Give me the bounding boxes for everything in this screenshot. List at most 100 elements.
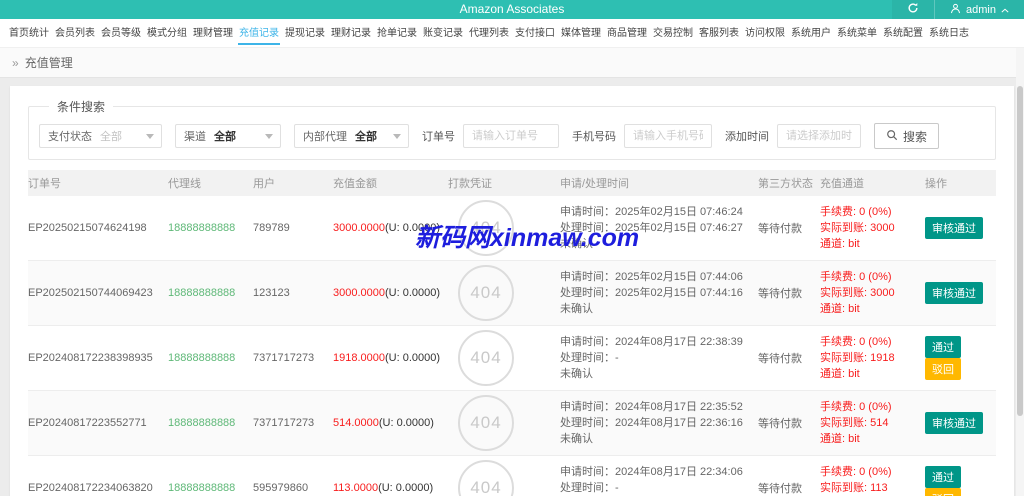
nav-item-8[interactable]: 抢单记录 [375,19,419,47]
filter-value: 全部 [355,131,377,143]
reject-button[interactable]: 驳回 [925,488,961,496]
breadcrumb: » 充值管理 [0,48,1024,78]
channel-select[interactable]: 渠道 全部 [175,124,281,148]
order-no: EP20240817223552771 [28,417,147,429]
amount-cell: 3000.0000(U: 0.0000) [333,222,448,234]
filter-label: 订单号 [422,131,455,143]
nav-item-19[interactable]: 系统配置 [881,19,925,47]
nav-item-18[interactable]: 系统菜单 [835,19,879,47]
admin-username: admin [966,3,996,16]
scrollbar-thumb[interactable] [1017,86,1023,416]
filter-label: 手机号码 [572,131,616,143]
channel-cell: 手续费: 0 (0%) 实际到账: 3000 通道: bit [820,204,925,252]
agent-line-cell: 18888888888 [168,287,253,299]
column-header: 申请/处理时间 [560,178,630,190]
column-header: 用户 [253,178,275,190]
chevron-down-icon [265,133,273,139]
time-line: 未确认 [560,303,593,315]
payment-status-select[interactable]: 支付状态 全部 [39,124,162,148]
user-id: 789789 [253,222,290,234]
actions-cell: 审核通过 [925,282,1005,304]
audit-pass-button[interactable]: 审核通过 [925,412,983,434]
column-header: 代理线 [168,178,201,190]
voucher-cell: 404 [448,261,560,325]
user-id: 595979860 [253,482,309,494]
nav-item-2[interactable]: 会员等级 [99,19,143,47]
channel-line: 手续费: 0 (0%) [820,401,892,413]
refresh-button[interactable] [892,0,935,19]
nav-item-16[interactable]: 访问权限 [743,19,787,47]
filter-label: 渠道 [184,131,206,143]
channel-line: 实际到账: 514 [820,417,889,429]
filter-group: 订单号 [422,124,559,148]
column-header: 充值通道 [820,178,864,190]
nav-item-1[interactable]: 会员列表 [53,19,97,47]
reject-button[interactable]: 驳回 [925,358,961,380]
table-row: EP202502150744069423 18888888888 123123 300… [28,261,996,326]
refresh-icon [907,1,919,19]
column-header: 订单号 [28,178,61,190]
order-no: EP202502150744069423 [28,287,153,299]
channel-cell: 手续费: 0 (0%) 实际到账: 3000 通道: bit [820,269,925,317]
channel-line: 通道: bit [820,433,860,445]
nav-item-17[interactable]: 系统用户 [789,19,833,47]
actions-cell: 通过驳回 [925,336,1005,380]
agent-line: 18888888888 [168,417,236,429]
internal-agent-select[interactable]: 内部代理 全部 [294,124,409,148]
amount-u-value: (U: 0.0000) [385,352,441,364]
nav-item-12[interactable]: 媒体管理 [559,19,603,47]
time-line: 申请时间：2025年02月15日 07:46:24 [560,206,743,218]
time-line: 处理时间：2025年02月15日 07:44:16 [560,287,743,299]
time-line: 未确认 [560,238,593,250]
search-button[interactable]: 搜索 [874,123,940,149]
nav-item-13[interactable]: 商品管理 [605,19,649,47]
audit-pass-button[interactable]: 审核通过 [925,282,983,304]
nav-item-9[interactable]: 账变记录 [421,19,465,47]
third-party-status: 等待付款 [758,353,802,365]
recharge-amount: 1918.0000 [333,352,385,364]
column-header: 第三方状态 [758,178,813,190]
table-row: EP202408172234063820 18888888888 595979860… [28,456,996,496]
pass-button[interactable]: 通过 [925,336,961,358]
nav-item-11[interactable]: 支付接口 [513,19,557,47]
table-header: 订单号 代理线 用户 充值金额 打款凭证 申请/处理时间 第三方状态 充值通道 操作 [28,170,996,196]
nav-item-20[interactable]: 系统日志 [927,19,971,47]
add-time-input[interactable] [777,124,861,148]
pass-button[interactable]: 通过 [925,466,961,488]
agent-line: 18888888888 [168,287,236,299]
amount-u-value: (U: 0.0000) [385,287,441,299]
nav-item-7[interactable]: 理财记录 [329,19,373,47]
nav-item-15[interactable]: 客服列表 [697,19,741,47]
voucher-404-placeholder: 404 [458,460,514,496]
time-cell: 申请时间：2025年02月15日 07:46:24 处理时间：2025年02月15… [560,204,758,252]
amount-cell: 3000.0000(U: 0.0000) [333,287,448,299]
search-fieldset: 条件搜索 支付状态全部渠道全部内部代理全部订单号手机号码添加时间 搜索 [28,98,996,160]
order-no-input[interactable] [463,124,559,148]
app-title: Amazon Associates [459,2,565,16]
order-no: EP20250215074624198 [28,222,147,234]
channel-line: 实际到账: 113 [820,482,888,494]
nav-item-14[interactable]: 交易控制 [651,19,695,47]
time-cell: 申请时间：2025年02月15日 07:44:06 处理时间：2025年02月15… [560,269,758,317]
channel-cell: 手续费: 0 (0%)实际到账: 113通道: bit [820,464,925,496]
agent-line: 18888888888 [168,222,236,234]
recharge-amount: 514.0000 [333,417,379,429]
audit-pass-button[interactable]: 审核通过 [925,217,983,239]
nav-item-4[interactable]: 理财管理 [191,19,235,47]
nav-item-5[interactable]: 充值记录 [237,19,281,47]
agent-line-cell: 18888888888 [168,482,253,494]
filter-value: 全部 [100,131,122,143]
nav-item-6[interactable]: 提现记录 [283,19,327,47]
nav-item-0[interactable]: 首页统计 [7,19,51,47]
column-header: 充值金额 [333,178,377,190]
table-body: EP20250215074624198 18888888888 789789 3000… [28,196,996,496]
actions-cell: 审核通过 [925,217,1005,239]
phone-number-input[interactable] [624,124,712,148]
channel-line: 实际到账: 3000 [820,222,895,234]
nav-item-3[interactable]: 模式分组 [145,19,189,47]
time-line: 申请时间：2024年08月17日 22:34:06 [560,466,743,478]
nav-item-10[interactable]: 代理列表 [467,19,511,47]
table-row: EP20240817223552771 18888888888 7371717273… [28,391,996,456]
agent-line-cell: 18888888888 [168,417,253,429]
admin-menu[interactable]: admin [934,0,1024,19]
